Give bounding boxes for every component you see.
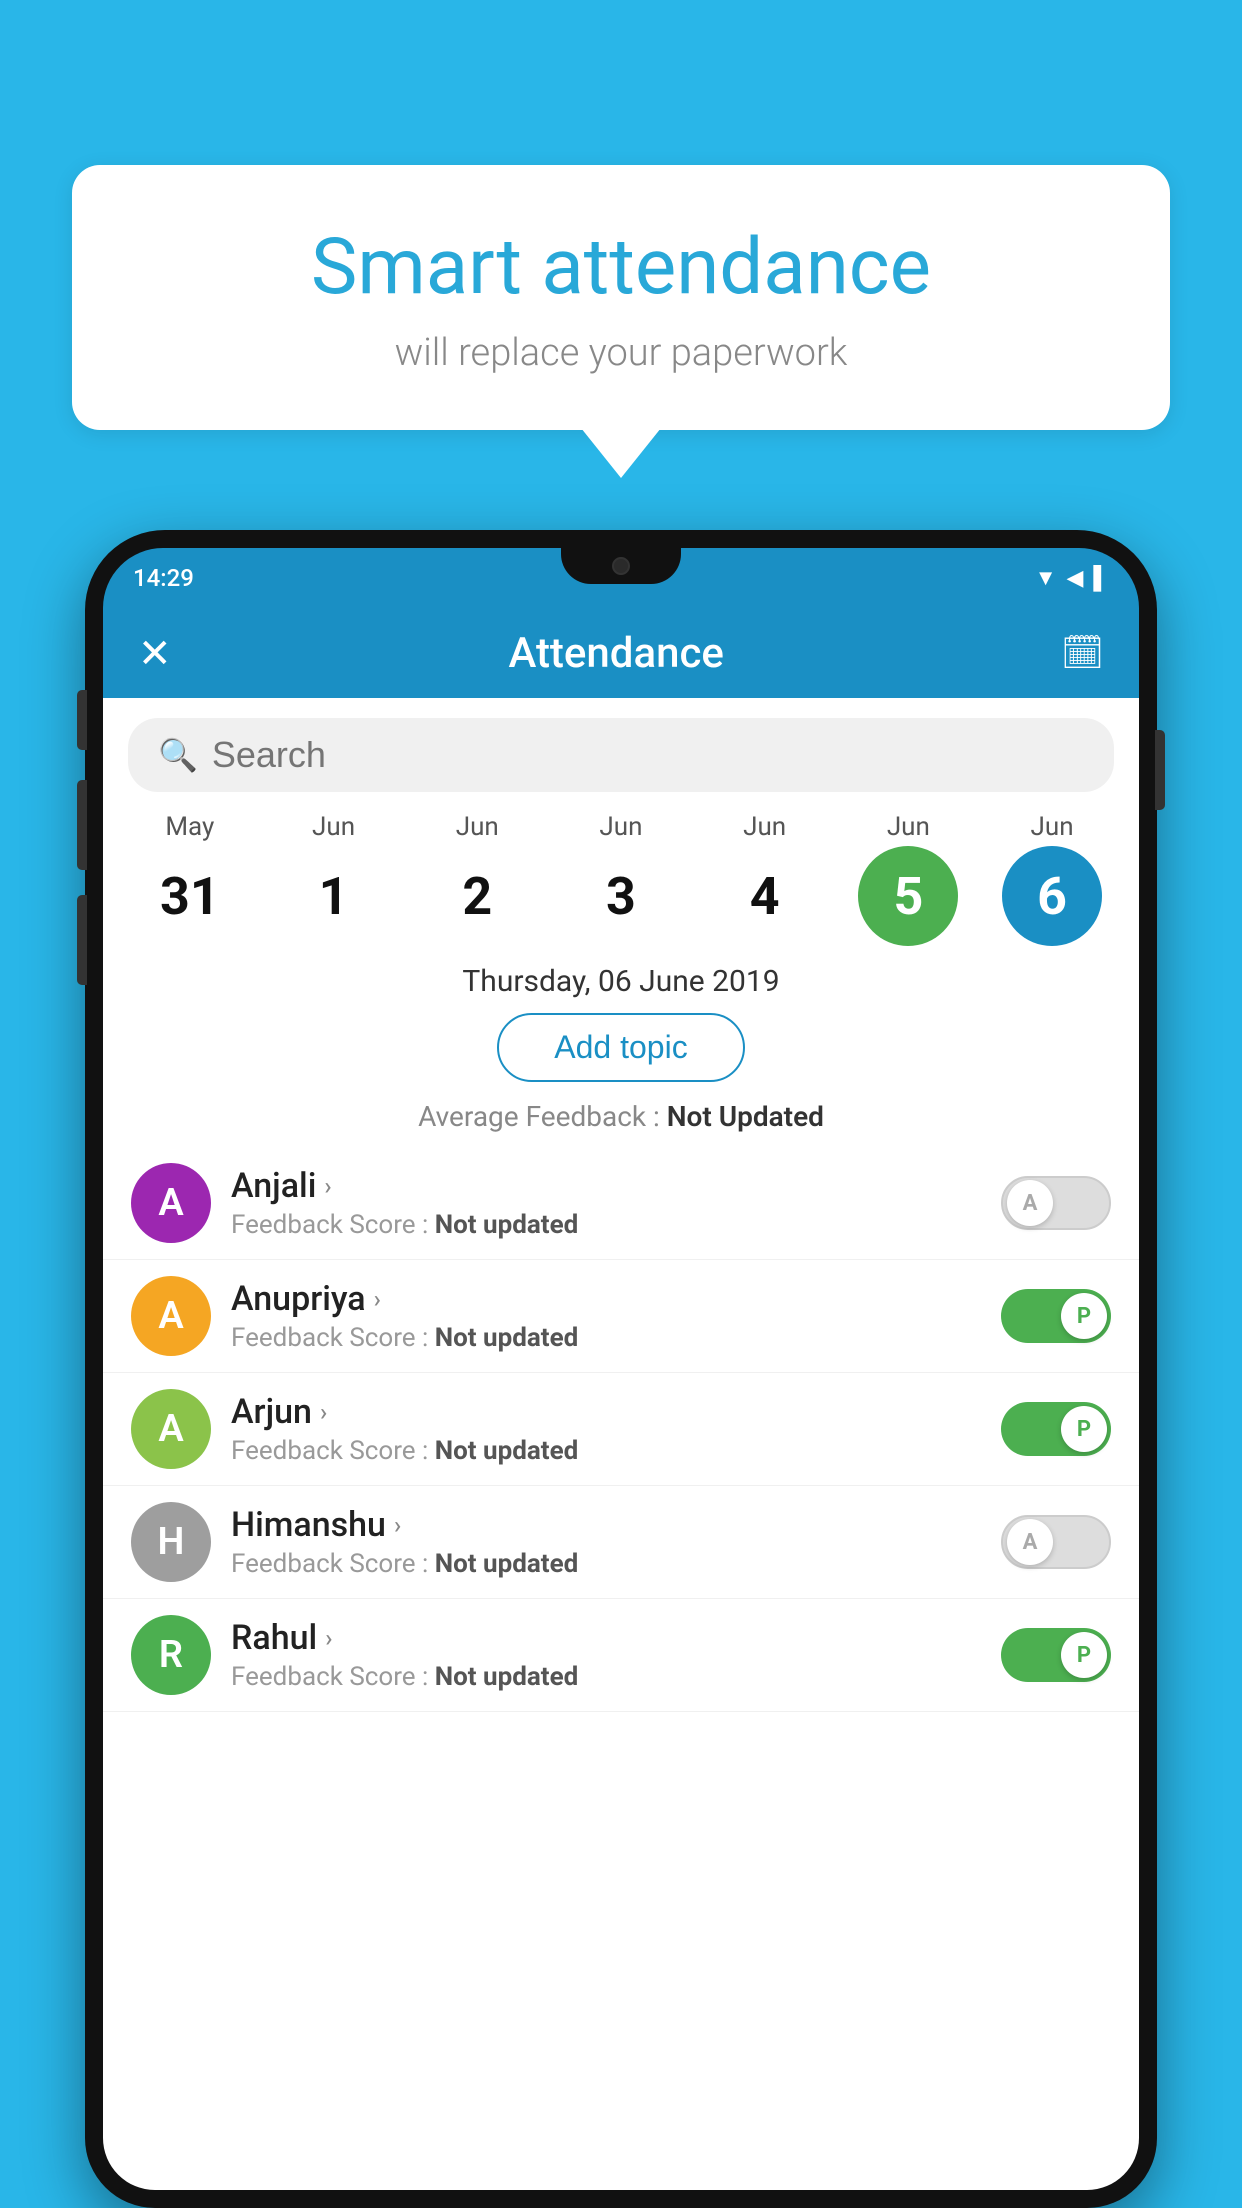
toggle-wrap[interactable]: A [1001,1515,1111,1569]
search-input[interactable] [212,734,1084,776]
calendar-day[interactable]: Jun 3 [561,812,681,946]
cal-month-label: Jun [1031,812,1074,842]
add-topic-button[interactable]: Add topic [497,1013,744,1082]
chevron-right-icon: › [374,1285,381,1313]
student-name: Anupriya › [231,1279,981,1319]
feedback-score: Feedback Score : Not updated [231,1436,981,1466]
selected-date-label: Thursday, 06 June 2019 [103,964,1139,999]
toggle-knob: P [1061,1406,1107,1452]
close-button[interactable]: ✕ [138,630,172,677]
student-info: Anupriya › Feedback Score : Not updated [231,1279,981,1353]
toggle-wrap[interactable]: P [1001,1289,1111,1343]
student-name: Anjali › [231,1166,981,1206]
volume-down-button [77,895,87,985]
notch [561,548,681,584]
silent-button [77,690,87,750]
bubble-subtitle: will replace your paperwork [132,331,1110,375]
cal-month-label: Jun [743,812,786,842]
attendance-toggle[interactable]: P [1001,1628,1111,1682]
toggle-knob: P [1061,1632,1107,1678]
calendar-day[interactable]: Jun 2 [417,812,537,946]
cal-date-label: 3 [571,846,671,946]
speech-bubble: Smart attendance will replace your paper… [72,165,1170,430]
calendar-day[interactable]: Jun 1 [274,812,394,946]
attendance-toggle[interactable]: A [1001,1176,1111,1230]
feedback-score: Feedback Score : Not updated [231,1210,981,1240]
calendar-day[interactable]: May 31 [130,812,250,946]
cal-month-label: Jun [887,812,930,842]
attendance-toggle[interactable]: P [1001,1289,1111,1343]
cal-month-label: Jun [599,812,642,842]
student-name: Arjun › [231,1392,981,1432]
student-list: AAnjali ›Feedback Score : Not updatedAAA… [103,1147,1139,1712]
battery-icon: ▌ [1093,565,1109,591]
status-icons: ▼ ◀ ▌ [1035,565,1109,591]
student-info: Himanshu › Feedback Score : Not updated [231,1505,981,1579]
app-header: ✕ Attendance 🗓 [103,608,1139,698]
camera [612,557,630,575]
bubble-title: Smart attendance [132,225,1110,311]
student-row[interactable]: H Himanshu › Feedback Score : Not updated A [103,1486,1139,1599]
feedback-score: Feedback Score : Not updated [231,1662,981,1692]
search-bar[interactable]: 🔍 [128,718,1114,792]
cal-month-label: Jun [456,812,499,842]
calendar-icon[interactable]: 🗓 [1061,633,1104,673]
status-bar: 14:29 ▼ ◀ ▌ [103,548,1139,608]
signal-icon: ◀ [1066,566,1083,591]
cal-date-label: 6 [1002,846,1102,946]
cal-date-label: 31 [140,846,240,946]
wifi-icon: ▼ [1035,565,1057,591]
calendar-day[interactable]: Jun 4 [705,812,825,946]
header-title: Attendance [508,629,723,678]
toggle-wrap[interactable]: A [1001,1176,1111,1230]
feedback-score: Feedback Score : Not updated [231,1323,981,1353]
calendar-day[interactable]: Jun 6 [992,812,1112,946]
cal-date-label: 1 [284,846,384,946]
toggle-knob: A [1007,1180,1053,1226]
cal-date-label: 5 [858,846,958,946]
toggle-knob: A [1007,1519,1053,1565]
student-row[interactable]: R Rahul › Feedback Score : Not updated P [103,1599,1139,1712]
avatar: R [131,1615,211,1695]
student-info: Rahul › Feedback Score : Not updated [231,1618,981,1692]
power-button [1155,730,1165,810]
feedback-score: Feedback Score : Not updated [231,1549,981,1579]
calendar-day[interactable]: Jun 5 [848,812,968,946]
student-row[interactable]: A Anupriya › Feedback Score : Not updated P [103,1260,1139,1373]
student-row[interactable]: A Anjali › Feedback Score : Not updated A [103,1147,1139,1260]
toggle-knob: P [1061,1293,1107,1339]
attendance-toggle[interactable]: P [1001,1402,1111,1456]
toggle-wrap[interactable]: P [1001,1628,1111,1682]
chevron-right-icon: › [325,1624,332,1652]
student-info: Arjun › Feedback Score : Not updated [231,1392,981,1466]
student-info: Anjali › Feedback Score : Not updated [231,1166,981,1240]
avatar: A [131,1389,211,1469]
avg-feedback-value: Not Updated [667,1100,824,1133]
volume-up-button [77,780,87,870]
chevron-right-icon: › [320,1398,327,1426]
avatar: A [131,1276,211,1356]
cal-month-label: May [165,812,214,842]
avg-feedback: Average Feedback : Not Updated [103,1100,1139,1133]
attendance-toggle[interactable]: A [1001,1515,1111,1569]
student-name: Rahul › [231,1618,981,1658]
avg-feedback-label: Average Feedback : [418,1100,667,1133]
phone-frame: 14:29 ▼ ◀ ▌ ✕ Attendance 🗓 🔍 May31Jun1Ju… [85,530,1157,2208]
avatar: H [131,1502,211,1582]
cal-date-label: 2 [427,846,527,946]
avatar: A [131,1163,211,1243]
status-time: 14:29 [133,564,194,592]
student-name: Himanshu › [231,1505,981,1545]
student-row[interactable]: A Arjun › Feedback Score : Not updated P [103,1373,1139,1486]
phone-screen: ✕ Attendance 🗓 🔍 May31Jun1Jun2Jun3Jun4Ju… [103,608,1139,2190]
cal-date-label: 4 [715,846,815,946]
chevron-right-icon: › [324,1172,331,1200]
search-icon: 🔍 [158,736,198,774]
calendar-row: May 31 Jun 1 Jun 2 Jun 3 Jun 4 Jun 5 Jun 6 [103,812,1139,946]
cal-month-label: Jun [312,812,355,842]
chevron-right-icon: › [394,1511,401,1539]
toggle-wrap[interactable]: P [1001,1402,1111,1456]
